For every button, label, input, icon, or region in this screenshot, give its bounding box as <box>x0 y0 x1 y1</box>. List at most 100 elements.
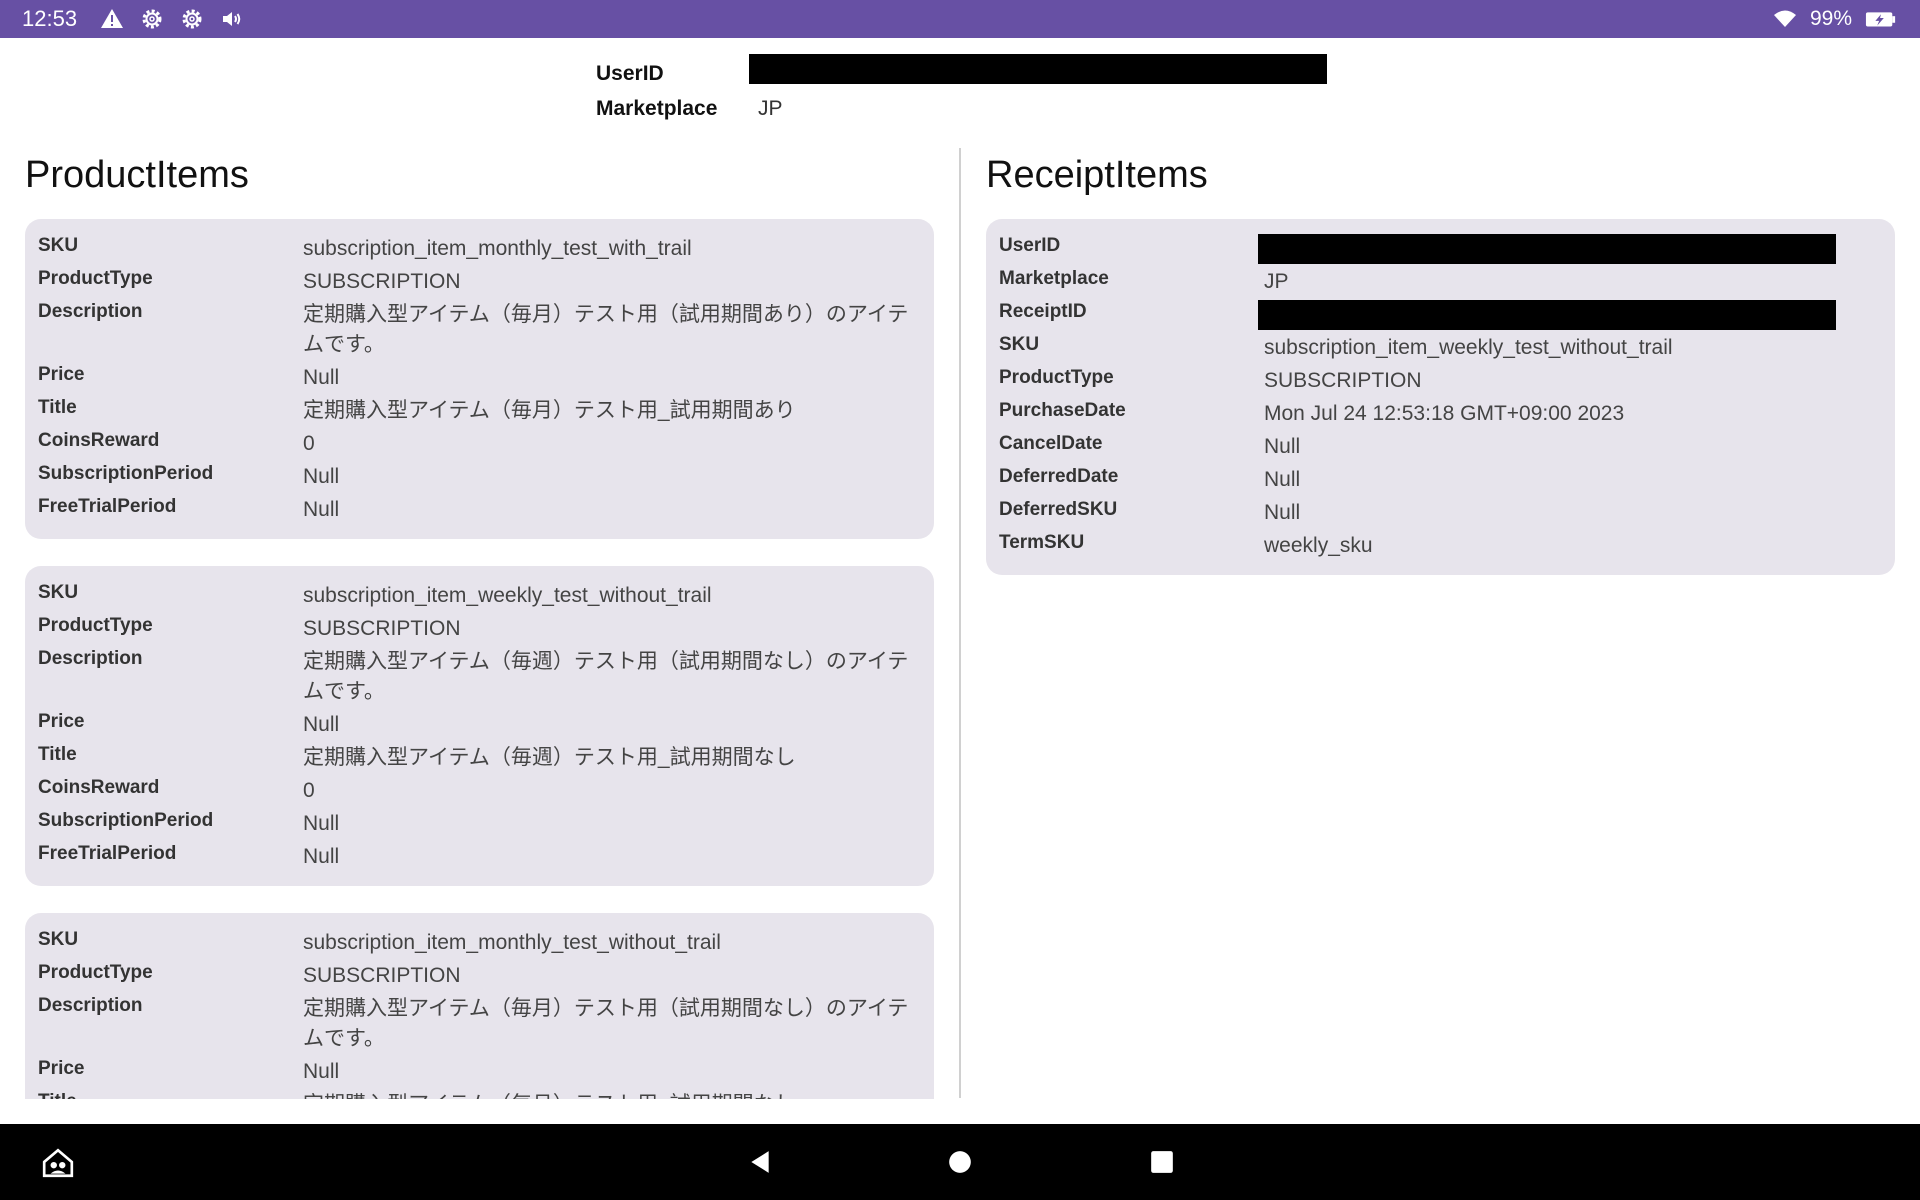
product-type-value: SUBSCRIPTION <box>303 270 461 293</box>
status-time: 12:53 <box>22 6 78 31</box>
term-sku-value: weekly_sku <box>1264 534 1373 557</box>
field-row-purchase-date: PurchaseDate Mon Jul 24 12:53:18 GMT+09:0… <box>999 396 1882 429</box>
system-indicators: 99% <box>1772 6 1898 32</box>
product-type-label: ProductType <box>38 962 153 983</box>
product-item-card[interactable]: SKU subscription_item_weekly_test_without… <box>25 566 934 886</box>
sku-label: SKU <box>999 334 1040 355</box>
field-row-description: Description 定期購入型アイテム（毎週）テスト用（試用期間なし）のアイテ… <box>38 644 921 707</box>
sku-value: subscription_item_monthly_test_with_trai… <box>303 237 692 260</box>
price-value: Null <box>303 713 340 736</box>
user-id-value-redacted <box>1258 231 1882 264</box>
wifi-icon <box>1772 6 1798 32</box>
recents-icon[interactable] <box>1142 1142 1182 1182</box>
coins-reward-label: CoinsReward <box>38 777 160 798</box>
cancel-date-label: CancelDate <box>999 433 1103 454</box>
product-type-label: ProductType <box>38 268 153 289</box>
back-icon[interactable] <box>740 1142 780 1182</box>
description-label: Description <box>38 995 143 1016</box>
subscription-period-label: SubscriptionPeriod <box>38 810 214 831</box>
field-row-subscription-period: SubscriptionPeriod Null <box>38 806 921 839</box>
field-row-product-type: ProductType SUBSCRIPTION <box>38 958 921 991</box>
price-label: Price <box>38 711 85 732</box>
receipt-items-list[interactable]: UserID Marketplace JP ReceiptID SKU subscr… <box>986 219 1895 602</box>
title-label: Title <box>38 744 77 765</box>
gear-icon <box>179 6 205 32</box>
navigation-bar <box>0 1124 1920 1200</box>
description-label: Description <box>38 648 143 669</box>
subscription-period-value: Null <box>303 812 340 835</box>
product-items-title: ProductItems <box>25 154 249 196</box>
product-item-card[interactable]: SKU subscription_item_monthly_test_withou… <box>25 913 934 1099</box>
sku-label: SKU <box>38 235 79 256</box>
receipt-items-title: ReceiptItems <box>986 154 1208 196</box>
field-row-subscription-period: SubscriptionPeriod Null <box>38 459 921 492</box>
description-value: 定期購入型アイテム（毎月）テスト用（試用期間あり）のアイテムです。 <box>303 303 909 356</box>
field-row-price: Price Null <box>38 1054 921 1087</box>
field-row-sku: SKU subscription_item_weekly_test_without… <box>38 578 921 611</box>
purchase-date-value: Mon Jul 24 12:53:18 GMT+09:00 2023 <box>1264 402 1625 425</box>
title-value: 定期購入型アイテム（毎月）テスト用_試用期間なし <box>303 1087 921 1099</box>
home-circle-icon[interactable] <box>940 1142 980 1182</box>
field-row-free-trial-period: FreeTrialPeriod Null <box>38 839 921 872</box>
volume-icon <box>219 6 245 32</box>
sku-value: subscription_item_weekly_test_without_tr… <box>1264 336 1673 359</box>
description-value: 定期購入型アイテム（毎週）テスト用（試用期間なし）のアイテムです。 <box>303 650 909 703</box>
field-row-deferred-sku: DeferredSKU Null <box>999 495 1882 528</box>
userid-label: UserID <box>596 62 664 85</box>
title-value: 定期購入型アイテム（毎月）テスト用_試用期間あり <box>303 399 796 422</box>
title-label: Title <box>38 1087 303 1099</box>
field-row-title: Title 定期購入型アイテム（毎週）テスト用_試用期間なし <box>38 740 921 773</box>
battery-charging-icon <box>1864 6 1898 32</box>
deferred-date-value: Null <box>1264 468 1301 491</box>
product-type-value: SUBSCRIPTION <box>303 617 461 640</box>
userid-value-redacted <box>749 54 1327 91</box>
cancel-date-value: Null <box>1264 435 1301 458</box>
notification-icons <box>99 6 245 32</box>
field-row-coins-reward: CoinsReward 0 <box>38 426 921 459</box>
free-trial-period-label: FreeTrialPeriod <box>38 496 177 517</box>
subscription-period-value: Null <box>303 465 340 488</box>
product-items-list[interactable]: SKU subscription_item_monthly_test_with_t… <box>25 219 934 1099</box>
product-item-card[interactable]: SKU subscription_item_monthly_test_with_t… <box>25 219 934 539</box>
product-type-label: ProductType <box>999 367 1114 388</box>
sku-label: SKU <box>38 582 79 603</box>
field-row-product-type: ProductType SUBSCRIPTION <box>38 611 921 644</box>
field-row-coins-reward: CoinsReward 0 <box>38 773 921 806</box>
field-row-receipt-id: ReceiptID <box>999 297 1882 330</box>
purchase-date-label: PurchaseDate <box>999 400 1126 421</box>
user-id-label: UserID <box>999 235 1061 256</box>
receipt-id-label: ReceiptID <box>999 301 1087 322</box>
field-row-product-type: ProductType SUBSCRIPTION <box>38 264 921 297</box>
field-row-title: Title 定期購入型アイテム（毎月）テスト用_試用期間あり <box>38 393 921 426</box>
deferred-sku-value: Null <box>1264 501 1301 524</box>
deferred-sku-label: DeferredSKU <box>999 499 1118 520</box>
battery-percent: 99% <box>1809 7 1852 30</box>
status-bar: 12:53 99% <box>0 0 1920 38</box>
column-divider <box>959 148 961 1098</box>
title-label: Title <box>38 397 77 418</box>
free-trial-period-value: Null <box>303 845 340 868</box>
description-label: Description <box>38 301 143 322</box>
coins-reward-label: CoinsReward <box>38 430 160 451</box>
price-value: Null <box>303 366 340 389</box>
marketplace-value: JP <box>758 97 783 120</box>
product-type-value: SUBSCRIPTION <box>1264 369 1422 392</box>
field-row-free-trial-period: FreeTrialPeriod Null <box>38 492 921 525</box>
field-row-sku: SKU subscription_item_monthly_test_with_t… <box>38 231 921 264</box>
price-value: Null <box>303 1060 340 1083</box>
product-type-label: ProductType <box>38 615 153 636</box>
marketplace-value: JP <box>1264 270 1289 293</box>
free-trial-period-label: FreeTrialPeriod <box>38 843 177 864</box>
description-value: 定期購入型アイテム（毎月）テスト用（試用期間なし）のアイテムです。 <box>303 997 909 1050</box>
receipt-id-value-redacted <box>1258 297 1882 330</box>
receipt-item-card[interactable]: UserID Marketplace JP ReceiptID SKU subscr… <box>986 219 1895 575</box>
field-row-marketplace: Marketplace JP <box>999 264 1882 297</box>
coins-reward-value: 0 <box>303 432 315 455</box>
gear-icon <box>139 6 165 32</box>
field-row-cancel-date: CancelDate Null <box>999 429 1882 462</box>
field-row-title: Title定期購入型アイテム（毎月）テスト用_試用期間なし <box>38 1087 921 1099</box>
sku-value: subscription_item_monthly_test_without_t… <box>303 931 721 954</box>
home-icon[interactable] <box>38 1143 78 1183</box>
price-label: Price <box>38 1058 85 1079</box>
field-row-price: Price Null <box>38 360 921 393</box>
